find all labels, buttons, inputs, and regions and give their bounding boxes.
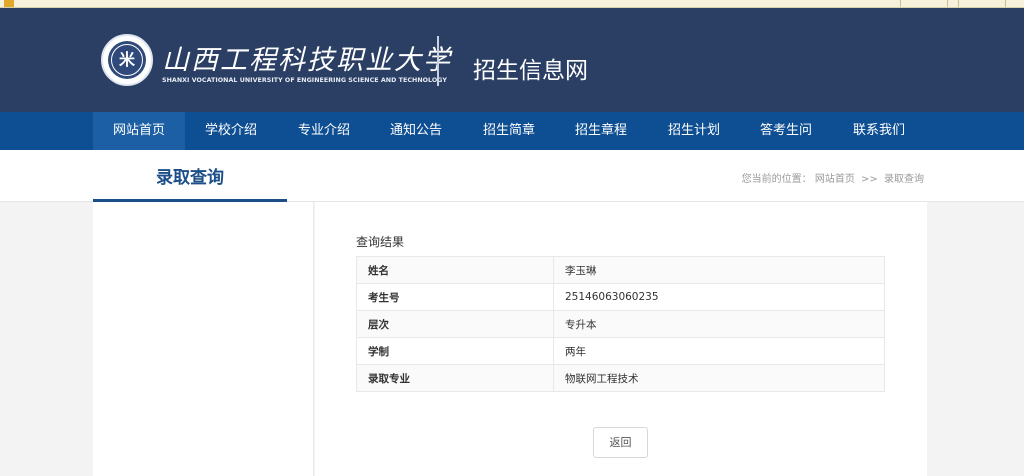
table-row: 学制 两年 [356, 337, 885, 365]
nav-item-admission-plan[interactable]: 招生计划 [648, 112, 740, 150]
breadcrumb: 您当前的位置： 网站首页 >> 录取查询 [742, 170, 924, 185]
field-label: 考生号 [356, 283, 554, 311]
breadcrumb-prefix: 您当前的位置： [741, 174, 812, 185]
nav-item-notices[interactable]: 通知公告 [370, 112, 462, 150]
field-value: 李玉琳 [553, 256, 885, 284]
table-row: 层次 专升本 [356, 310, 885, 338]
back-button[interactable]: 返回 [593, 427, 648, 458]
nav-item-school-intro[interactable]: 学校介绍 [185, 112, 277, 150]
info-bar-button[interactable] [900, 0, 948, 7]
result-heading: 查询结果 [356, 235, 405, 249]
nav-item-majors[interactable]: 专业介绍 [278, 112, 370, 150]
logo-glyph: 米 [118, 50, 135, 69]
warning-icon [4, 0, 14, 7]
table-row: 录取专业 物联网工程技术 [356, 364, 885, 392]
result-table: 姓名 李玉琳 考生号 25146063060235 层次 专升本 学制 两年 录… [356, 256, 885, 392]
nav-item-faq[interactable]: 答考生问 [740, 112, 832, 150]
nav-item-contact[interactable]: 联系我们 [833, 112, 925, 150]
browser-info-bar [0, 0, 1024, 8]
info-bar-button[interactable] [958, 0, 1006, 7]
section-bar: 录取查询 您当前的位置： 网站首页 >> 录取查询 [0, 150, 1024, 202]
sidebar-panel [93, 202, 314, 476]
site-title: 招生信息网 [473, 58, 588, 84]
nav-item-home[interactable]: 网站首页 [93, 112, 185, 150]
main-content: 查询结果 姓名 李玉琳 考生号 25146063060235 层次 专升本 学制… [315, 202, 927, 476]
field-label: 学制 [356, 337, 554, 365]
school-name-cn: 山西工程科技职业大学 [162, 45, 452, 76]
field-value: 物联网工程技术 [553, 364, 885, 392]
field-label: 姓名 [356, 256, 554, 284]
breadcrumb-home-link[interactable]: 网站首页 [815, 170, 855, 185]
site-header: 米 山西工程科技职业大学 SHANXI VOCATIONAL UNIVERSIT… [0, 8, 1024, 112]
field-label: 层次 [356, 310, 554, 338]
school-logo[interactable]: 米 [101, 34, 153, 86]
field-value: 专升本 [553, 310, 885, 338]
field-value: 25146063060235 [553, 283, 885, 311]
school-name-en: SHANXI VOCATIONAL UNIVERSITY OF ENGINEER… [162, 77, 447, 84]
main-nav: 网站首页 学校介绍 专业介绍 通知公告 招生简章 招生章程 招生计划 答考生问 … [0, 112, 1024, 150]
table-row: 考生号 25146063060235 [356, 283, 885, 311]
table-row: 姓名 李玉琳 [356, 256, 885, 284]
field-label: 录取专业 [356, 364, 554, 392]
breadcrumb-current: 录取查询 [884, 174, 924, 185]
header-divider [437, 36, 439, 86]
breadcrumb-separator: >> [861, 174, 878, 185]
section-title: 录取查询 [156, 168, 224, 188]
nav-item-admission-charter[interactable]: 招生章程 [555, 112, 647, 150]
nav-item-admission-brochure[interactable]: 招生简章 [463, 112, 555, 150]
field-value: 两年 [553, 337, 885, 365]
